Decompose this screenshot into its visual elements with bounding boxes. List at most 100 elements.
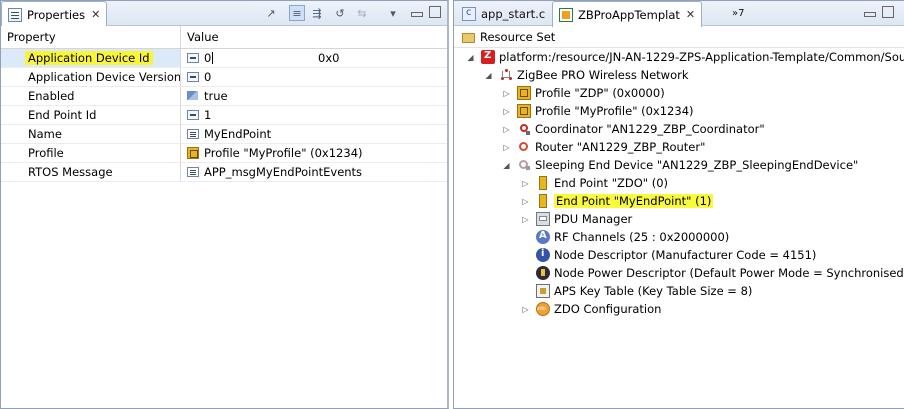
chevron-down-icon[interactable]: ◢ bbox=[484, 71, 493, 80]
restore-default-icon[interactable]: ↺ bbox=[332, 5, 348, 21]
tree-node[interactable]: ▷ Router "AN1229_ZBP_Router" bbox=[502, 138, 705, 156]
table-row[interactable]: RTOS Message APP_msgMyEndPointEvents bbox=[1, 163, 447, 182]
minimize-icon[interactable] bbox=[411, 12, 423, 17]
tree-node-label: platform:/resource/JN-AN-1229-ZPS-Applic… bbox=[499, 50, 904, 64]
property-value[interactable]: Profile "MyProfile" (0x1234) bbox=[181, 144, 447, 162]
info-icon bbox=[536, 248, 550, 262]
table-row[interactable]: Application Device Id 0 0x0 bbox=[1, 49, 447, 68]
chevron-right-icon[interactable]: ▷ bbox=[502, 107, 511, 116]
minimize-icon[interactable] bbox=[864, 12, 876, 17]
value-input[interactable] bbox=[181, 49, 309, 67]
chevron-right-icon[interactable]: ▷ bbox=[502, 125, 511, 134]
tree-node[interactable]: ▷ Coordinator "AN1229_ZBP_Coordinator" bbox=[502, 120, 764, 138]
table-row[interactable]: End Point Id 1 bbox=[1, 106, 447, 125]
power-descriptor-icon bbox=[536, 266, 550, 280]
close-icon[interactable]: ✕ bbox=[686, 8, 695, 21]
chevron-right-icon[interactable]: ▷ bbox=[521, 197, 530, 206]
tree-node-label: Sleeping End Device "AN1229_ZBP_Sleeping… bbox=[535, 158, 859, 172]
chevron-right-icon[interactable]: ▷ bbox=[502, 89, 511, 98]
properties-tabbar: Properties ✕ ↗ ≡ ⇶ ↺ ⇆ ▾ bbox=[1, 1, 447, 27]
tree-node[interactable]: Node Power Descriptor (Default Power Mod… bbox=[521, 264, 904, 282]
end-point-icon bbox=[539, 176, 547, 190]
hex-value: 0x0 bbox=[318, 51, 340, 65]
tree-node[interactable]: ▷ Profile "ZDP" (0x0000) bbox=[502, 84, 665, 102]
tree-node[interactable]: ▷ Profile "MyProfile" (0x1234) bbox=[502, 102, 694, 120]
categories-icon[interactable]: ≡ bbox=[289, 5, 305, 21]
tree-node[interactable]: RF Channels (25 : 0x2000000) bbox=[521, 228, 729, 246]
chevron-right-icon[interactable]: ▷ bbox=[502, 143, 511, 152]
chevron-right-icon[interactable]: ▷ bbox=[521, 305, 530, 314]
properties-icon bbox=[8, 7, 22, 22]
maximize-icon[interactable] bbox=[429, 6, 441, 18]
tree-node-label: Profile "MyProfile" (0x1234) bbox=[535, 104, 694, 118]
property-value[interactable]: 0 bbox=[181, 68, 447, 86]
tree-node[interactable]: APS Key Table (Key Table Size = 8) bbox=[521, 282, 752, 300]
view-menu-icon[interactable]: ▾ bbox=[385, 5, 401, 21]
value-text: Profile "MyProfile" (0x1234) bbox=[204, 146, 363, 160]
no-expander bbox=[521, 251, 530, 260]
chevron-right-icon[interactable]: ▷ bbox=[521, 179, 530, 188]
end-point-icon bbox=[539, 194, 547, 208]
property-value[interactable]: APP_msgMyEndPointEvents bbox=[181, 163, 447, 181]
property-value[interactable]: true bbox=[181, 87, 447, 105]
tree-node[interactable]: ◢ Sleeping End Device "AN1229_ZBP_Sleepi… bbox=[502, 156, 858, 174]
property-value[interactable]: MyEndPoint bbox=[181, 125, 447, 143]
key-table-icon bbox=[536, 284, 550, 298]
property-value-editor[interactable]: 0 0x0 bbox=[181, 49, 447, 67]
chevron-down-icon[interactable]: ◢ bbox=[502, 161, 511, 170]
tree-node[interactable]: ▷ PDU Manager bbox=[521, 210, 632, 228]
tree-node-label: Node Power Descriptor (Default Power Mod… bbox=[554, 266, 904, 280]
tree-node[interactable]: ◢ platform:/resource/JN-AN-1229-ZPS-Appl… bbox=[466, 48, 904, 66]
filter-advanced-icon[interactable]: ⇶ bbox=[309, 5, 325, 21]
tab-properties[interactable]: Properties ✕ bbox=[1, 1, 108, 27]
no-expander bbox=[521, 269, 530, 278]
properties-table: Property Value Application Device Id 0 0… bbox=[1, 26, 447, 182]
property-name: RTOS Message bbox=[1, 163, 181, 181]
network-icon bbox=[499, 68, 513, 82]
properties-view: Properties ✕ ↗ ≡ ⇶ ↺ ⇆ ▾ Property Value … bbox=[0, 0, 449, 409]
tab-zbproapptemplate[interactable]: ZBProAppTemplat ✕ bbox=[552, 1, 703, 27]
value-text: 0 bbox=[204, 70, 212, 84]
resource-set-header: Resource Set bbox=[454, 26, 904, 48]
table-header: Property Value bbox=[1, 26, 447, 49]
property-value[interactable]: 1 bbox=[181, 106, 447, 124]
hash-icon bbox=[187, 72, 199, 82]
column-header-property[interactable]: Property bbox=[1, 26, 181, 48]
tree-node[interactable]: ◢ ZigBee PRO Wireless Network bbox=[484, 66, 688, 84]
zbpro-editor: app_start.c ZBProAppTemplat ✕ »7 Resourc… bbox=[453, 0, 904, 409]
tree-node-label: PDU Manager bbox=[554, 212, 633, 226]
close-icon[interactable]: ✕ bbox=[91, 8, 100, 21]
table-row[interactable]: Application Device Version 0 bbox=[1, 68, 447, 87]
table-row[interactable]: Name MyEndPoint bbox=[1, 125, 447, 144]
tree-node-selected[interactable]: ▷ End Point "MyEndPoint" (1) bbox=[521, 192, 714, 210]
column-header-value[interactable]: Value bbox=[181, 26, 447, 48]
tab-properties-label: Properties bbox=[27, 7, 86, 22]
table-row[interactable]: Enabled true bbox=[1, 87, 447, 106]
string-icon bbox=[187, 129, 199, 139]
tab-app-start-c[interactable]: app_start.c bbox=[456, 1, 551, 26]
pin-icon[interactable]: ↗ bbox=[263, 5, 279, 21]
tree-node[interactable]: ▷ ZDO Configuration bbox=[521, 300, 661, 318]
value-text: MyEndPoint bbox=[204, 127, 272, 141]
table-row[interactable]: Profile Profile "MyProfile" (0x1234) bbox=[1, 144, 447, 163]
tab-overflow[interactable]: »7 bbox=[726, 1, 750, 26]
zdo-icon bbox=[536, 302, 550, 316]
tree-node[interactable]: ▷ End Point "ZDO" (0) bbox=[521, 174, 668, 192]
string-icon bbox=[187, 167, 199, 177]
property-name: Enabled bbox=[1, 87, 181, 105]
value-text: true bbox=[204, 89, 228, 103]
chevron-down-icon[interactable]: ◢ bbox=[466, 53, 475, 62]
boolean-icon bbox=[187, 91, 199, 101]
tree-node-label: Profile "ZDP" (0x0000) bbox=[535, 86, 665, 100]
maximize-icon[interactable] bbox=[882, 6, 894, 18]
tree-node-label: Node Descriptor (Manufacturer Code = 415… bbox=[554, 248, 817, 262]
property-name: Profile bbox=[1, 144, 181, 162]
tab-app-start-label: app_start.c bbox=[481, 6, 546, 21]
tree-node-label: End Point "MyEndPoint" (1) bbox=[554, 194, 714, 208]
tree-node[interactable]: Node Descriptor (Manufacturer Code = 415… bbox=[521, 246, 816, 264]
no-expander bbox=[521, 233, 530, 242]
property-name: Name bbox=[1, 125, 181, 143]
profile-icon bbox=[517, 104, 531, 118]
chevron-right-icon[interactable]: ▷ bbox=[521, 215, 530, 224]
rf-channels-icon bbox=[536, 230, 550, 244]
